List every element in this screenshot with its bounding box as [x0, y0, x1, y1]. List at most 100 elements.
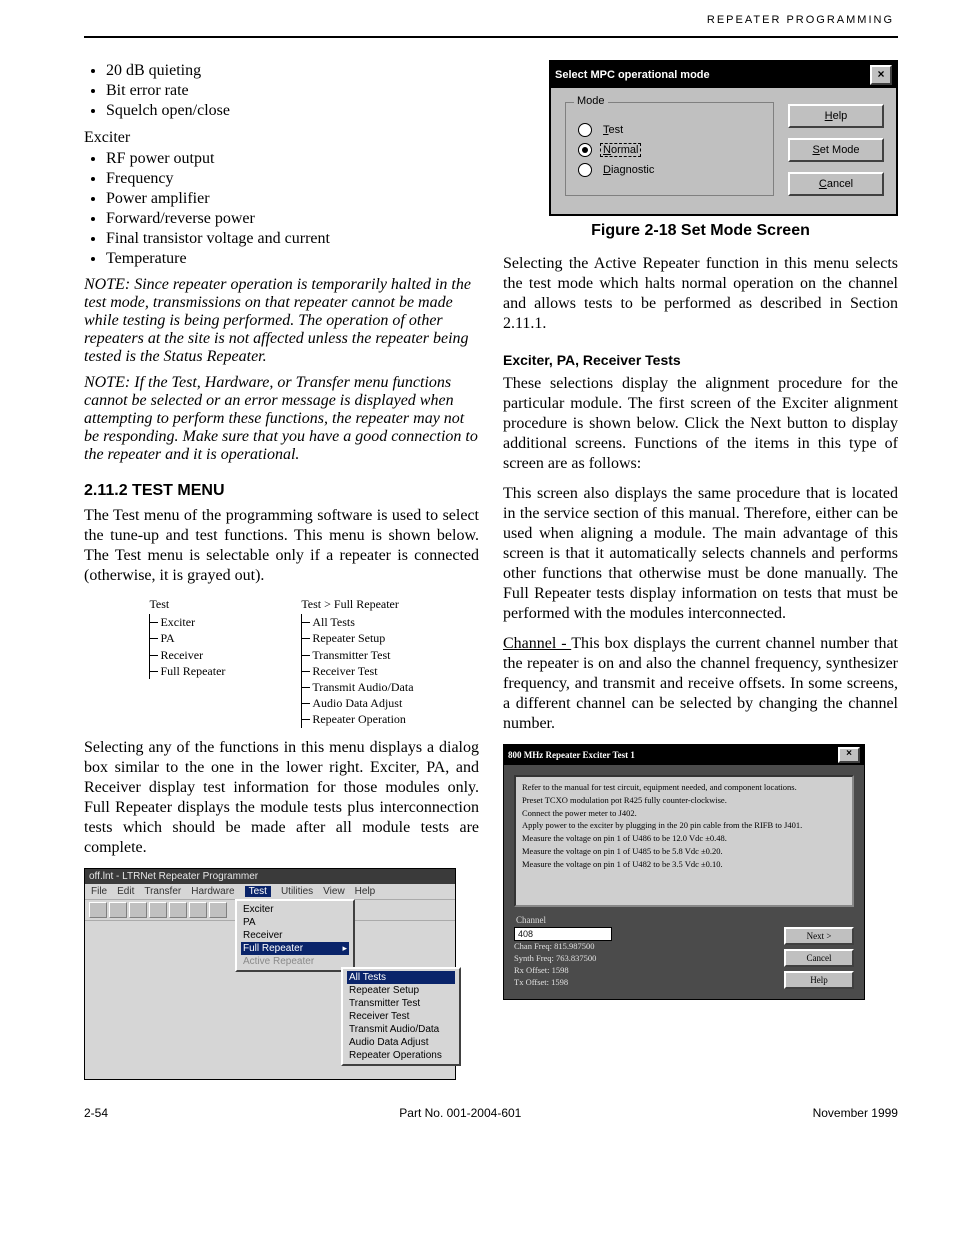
submenu-item-all-tests[interactable]: All Tests: [347, 971, 455, 984]
p-active-repeater: Selecting the Active Repeater function i…: [503, 254, 898, 334]
list-item: Squelch open/close: [106, 102, 479, 120]
close-icon[interactable]: ×: [870, 65, 892, 85]
tree-item: Full Repeater: [149, 663, 225, 679]
instruction-line: Apply power to the exciter by plugging i…: [522, 819, 846, 832]
menu-transfer[interactable]: Transfer: [144, 886, 181, 897]
submenu-item-audio-data-adjust[interactable]: Audio Data Adjust: [347, 1036, 455, 1049]
radio-diagnostic[interactable]: Diagnostic: [578, 163, 761, 177]
list-item: Power amplifier: [106, 190, 479, 208]
tree-item: Receiver Test: [301, 663, 377, 679]
menu-help[interactable]: Help: [355, 886, 376, 897]
dialog-titlebar: Select MPC operational mode ×: [551, 62, 896, 88]
menu-utilities[interactable]: Utilities: [281, 886, 313, 897]
tree-item: Repeater Setup: [301, 630, 385, 646]
footer-right: November 1999: [813, 1106, 898, 1120]
radio-test[interactable]: Test: [578, 123, 761, 137]
toolbar-button[interactable]: [189, 902, 207, 918]
exciter-heading: Exciter: [84, 128, 479, 148]
tree-item: PA: [149, 630, 174, 646]
help-button[interactable]: Help: [788, 104, 884, 128]
p-explain: These selections display the alignment p…: [503, 374, 898, 474]
note-2: NOTE: If the Test, Hardware, or Transfer…: [84, 374, 479, 464]
tree-item: Transmitter Test: [301, 647, 390, 663]
sinad-bullets: 20 dB quieting Bit error rate Squelch op…: [84, 62, 479, 120]
tree-left-head: Test: [149, 596, 169, 612]
channel-input[interactable]: [514, 927, 612, 941]
dropdown-item-receiver[interactable]: Receiver: [241, 929, 349, 942]
rx-offset: Rx Offset: 1598: [514, 965, 612, 977]
programmer-window: off.lnt - LTRNet Repeater Programmer Fil…: [84, 868, 456, 1080]
radio-icon[interactable]: [578, 143, 592, 157]
exciter-info: Chan Freq: 815.987500 Synth Freq: 763.83…: [514, 941, 612, 989]
close-icon[interactable]: ×: [838, 747, 860, 763]
p-full-body: This screen also displays the same proce…: [503, 484, 898, 624]
cancel-button[interactable]: Cancel: [788, 172, 884, 196]
list-item: Frequency: [106, 170, 479, 188]
section-title-test-menu: 2.11.2 TEST MENU: [84, 482, 479, 500]
note-body: If the Test, Hardware, or Transfer menu …: [84, 374, 478, 463]
rule: [84, 36, 898, 38]
toolbar-button[interactable]: [149, 902, 167, 918]
help-button[interactable]: Help: [784, 971, 854, 989]
tree-right-head: Test > Full Repeater: [301, 596, 399, 612]
note-label: NOTE:: [84, 276, 130, 293]
menu-test[interactable]: Test: [245, 886, 271, 897]
note-1: NOTE: Since repeater operation is tempor…: [84, 276, 479, 366]
channel-paragraph: Channel - This box displays the current …: [503, 634, 898, 734]
exciter-titlebar: 800 MHz Repeater Exciter Test 1 ×: [504, 745, 864, 765]
toolbar-button[interactable]: [169, 902, 187, 918]
menu-file[interactable]: File: [91, 886, 107, 897]
submenu-item-transmitter-test[interactable]: Transmitter Test: [347, 997, 455, 1010]
set-mode-dialog: Select MPC operational mode × Mode Test: [549, 60, 898, 216]
tree-item: Receiver: [149, 647, 203, 663]
page-footer: 2-54 Part No. 001-2004-601 November 1999: [84, 1106, 898, 1120]
menu-tree: Test Exciter PA Receiver Full Repeater T…: [84, 596, 479, 728]
tree-item: Repeater Operation: [301, 711, 406, 727]
chevron-right-icon: ▸: [342, 943, 347, 954]
list-item: RF power output: [106, 150, 479, 168]
tree-item: Transmit Audio/Data: [301, 679, 413, 695]
dropdown-item-active-repeater: Active Repeater: [241, 955, 349, 968]
full-repeater-submenu[interactable]: All Tests Repeater Setup Transmitter Tes…: [341, 967, 461, 1066]
list-item: 20 dB quieting: [106, 62, 479, 80]
chan-freq: Chan Freq: 815.987500: [514, 941, 612, 953]
toolbar-button[interactable]: [109, 902, 127, 918]
submenu-item-repeater-setup[interactable]: Repeater Setup: [347, 984, 455, 997]
programmer-title: off.lnt - LTRNet Repeater Programmer: [85, 869, 455, 884]
instruction-line: Measure the voltage on pin 1 of U486 to …: [522, 832, 846, 845]
radio-icon[interactable]: [578, 163, 592, 177]
radio-normal[interactable]: Normal: [578, 143, 761, 157]
mode-group: Mode Test Normal Diagnosti: [565, 102, 774, 196]
dialog-title: Select MPC operational mode: [555, 69, 710, 81]
dropdown-item-pa[interactable]: PA: [241, 916, 349, 929]
toolbar-button[interactable]: [129, 902, 147, 918]
menu-edit[interactable]: Edit: [117, 886, 134, 897]
set-mode-button[interactable]: Set Mode: [788, 138, 884, 162]
submenu-item-receiver-test[interactable]: Receiver Test: [347, 1010, 455, 1023]
channel-label: Channel -: [503, 635, 571, 652]
list-item: Forward/reverse power: [106, 210, 479, 228]
toolbar-button[interactable]: [209, 902, 227, 918]
radio-icon[interactable]: [578, 123, 592, 137]
toolbar-button[interactable]: [89, 902, 107, 918]
footer-center: Part No. 001-2004-601: [399, 1106, 521, 1120]
next-button[interactable]: Next >: [784, 927, 854, 945]
programmer-menubar[interactable]: File Edit Transfer Hardware Test Utiliti…: [85, 884, 455, 900]
running-head: REPEATER PROGRAMMING: [707, 14, 894, 26]
exciter-bullets: RF power output Frequency Power amplifie…: [84, 150, 479, 268]
group-caption: Mode: [574, 95, 608, 107]
synth-freq: Synth Freq: 763.837500: [514, 953, 612, 965]
menu-view[interactable]: View: [323, 886, 345, 897]
cancel-button[interactable]: Cancel: [784, 949, 854, 967]
instruction-line: Measure the voltage on pin 1 of U485 to …: [522, 845, 846, 858]
sub-title: Exciter, PA, Receiver Tests: [503, 352, 898, 368]
menu-hardware[interactable]: Hardware: [191, 886, 234, 897]
dropdown-item-exciter[interactable]: Exciter: [241, 903, 349, 916]
submenu-item-repeater-operations[interactable]: Repeater Operations: [347, 1049, 455, 1062]
submenu-item-tx-audio-data[interactable]: Transmit Audio/Data: [347, 1023, 455, 1036]
test-dropdown[interactable]: Exciter PA Receiver Full Repeater▸ Activ…: [235, 899, 355, 972]
exciter-title: 800 MHz Repeater Exciter Test 1: [508, 750, 635, 760]
dropdown-item-full-repeater[interactable]: Full Repeater▸: [241, 942, 349, 955]
tree-item: Exciter: [149, 614, 195, 630]
list-item: Bit error rate: [106, 82, 479, 100]
